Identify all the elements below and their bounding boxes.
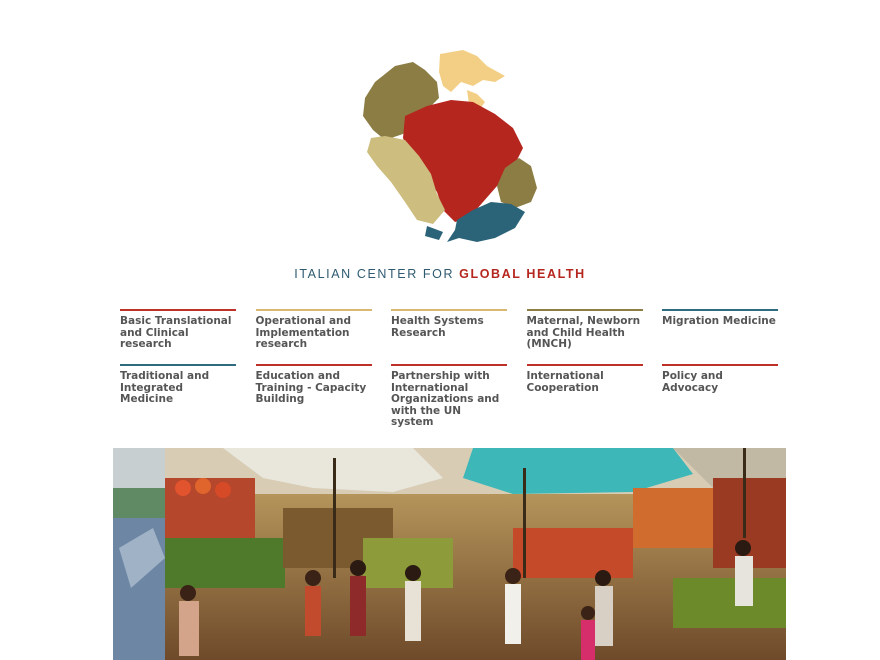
topic-operational-implementation[interactable]: Operational and Implementation research <box>255 309 372 364</box>
topic-mnch[interactable]: Maternal, Newborn and Child Health (MNCH… <box>526 309 643 364</box>
brand-title-part2: GLOBAL HEALTH <box>459 267 586 281</box>
topic-policy-advocacy[interactable]: Policy and Advocacy <box>662 364 778 429</box>
topic-basic-translational[interactable]: Basic Translational and Clinical researc… <box>120 309 236 364</box>
topic-education-training[interactable]: Education and Training - Capacity Buildi… <box>255 364 372 429</box>
hero-banner-image <box>113 448 786 660</box>
topic-health-systems[interactable]: Health Systems Research <box>391 309 507 364</box>
brand-title: ITALIAN CENTER FOR GLOBAL HEALTH <box>0 267 880 281</box>
topic-traditional-medicine[interactable]: Traditional and Integrated Medicine <box>120 364 236 429</box>
brand-title-part1: ITALIAN CENTER FOR <box>294 267 460 281</box>
globe-logo[interactable] <box>355 42 545 257</box>
topic-migration-medicine[interactable]: Migration Medicine <box>662 309 778 364</box>
topic-international-cooperation[interactable]: International Cooperation <box>526 364 643 429</box>
topics-grid: Basic Translational and Clinical researc… <box>120 309 780 429</box>
topic-partnership-un[interactable]: Partnership with International Organizat… <box>391 364 507 429</box>
globe-logo-icon <box>363 50 537 242</box>
